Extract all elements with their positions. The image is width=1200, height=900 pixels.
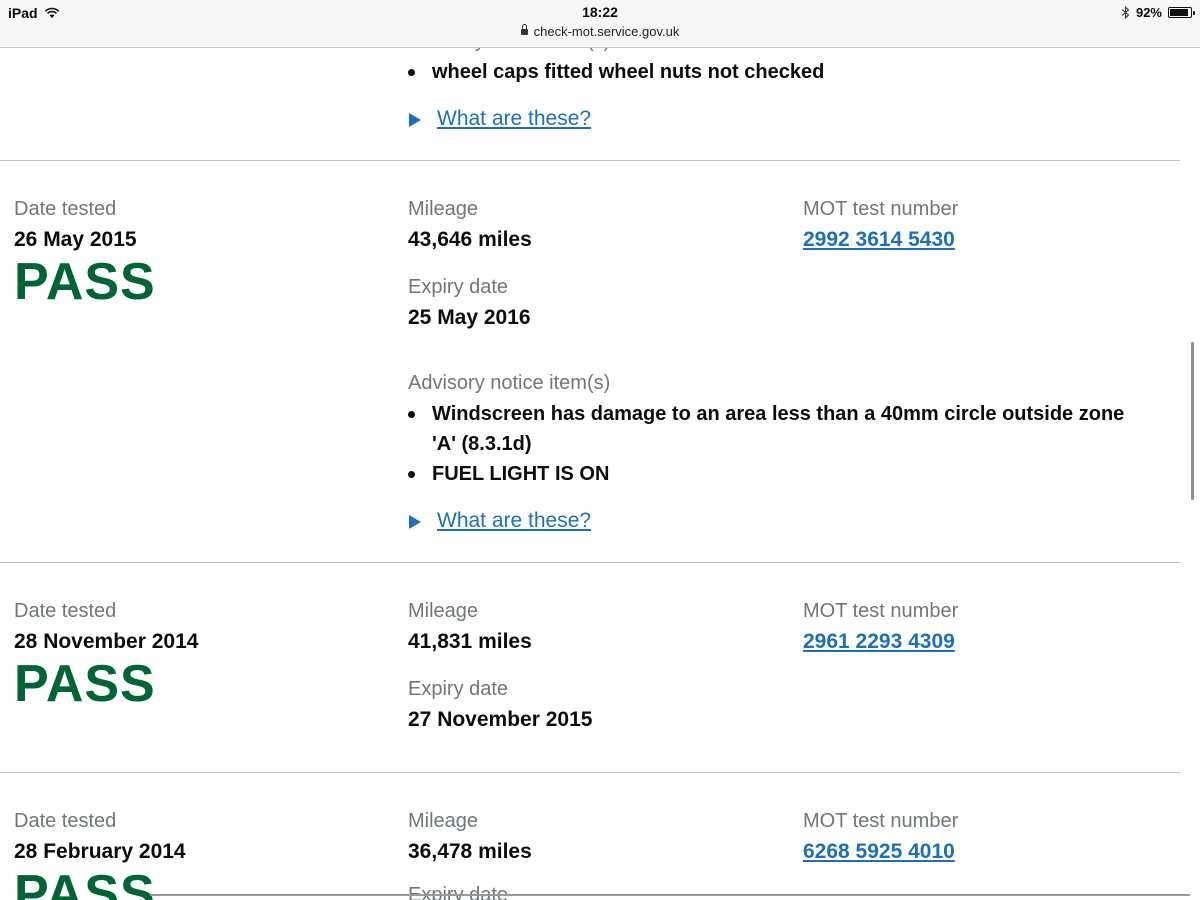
expiry-date-label: Expiry date	[408, 678, 509, 700]
status-right: 92%	[1121, 5, 1195, 20]
date-tested-value: 28 November 2014	[14, 630, 199, 653]
disclosure-triangle-icon[interactable]	[409, 515, 421, 529]
advisory-item: wheel caps fitted wheel nuts not checked	[408, 57, 1132, 87]
date-tested-label: Date tested	[14, 600, 117, 622]
test-result: PASS	[14, 865, 156, 900]
mot-test-number-link[interactable]: 2961 2293 4309	[803, 630, 955, 654]
mileage-value: 36,478 miles	[408, 840, 532, 863]
mileage-value: 41,831 miles	[408, 630, 532, 653]
status-time: 18:22	[582, 4, 618, 20]
mileage-label: Mileage	[408, 198, 479, 220]
mot-test-number-link[interactable]: 2992 3614 5430	[803, 228, 955, 252]
mot-test-number-label: MOT test number	[803, 600, 959, 622]
section-divider	[0, 772, 1180, 773]
url-text: check-mot.service.gov.uk	[533, 24, 680, 39]
what-are-these-link[interactable]: What are these?	[437, 107, 591, 131]
date-tested-value: 26 May 2015	[14, 228, 137, 251]
bluetooth-icon	[1121, 6, 1130, 19]
lock-icon	[520, 24, 528, 35]
mot-history-page: Advisory notice item(s) wheel caps fitte…	[0, 0, 1200, 900]
mot-test-number-label: MOT test number	[803, 810, 959, 832]
mot-test-list: Advisory notice item(s) wheel caps fitte…	[0, 0, 1200, 900]
ios-status-bar: iPad 18:22 check-mot.service.gov.uk 92%	[0, 0, 1200, 48]
address-bar[interactable]: check-mot.service.gov.uk	[0, 24, 1200, 39]
advisory-heading: Advisory notice item(s)	[408, 372, 611, 394]
expiry-date-label: Expiry date	[408, 276, 509, 298]
what-are-these-link[interactable]: What are these?	[437, 509, 591, 533]
advisory-item: FUEL LIGHT IS ON	[408, 459, 1132, 489]
battery-icon	[1168, 7, 1195, 18]
date-tested-label: Date tested	[14, 810, 117, 832]
advisory-item: Windscreen has damage to an area less th…	[408, 399, 1132, 459]
test-result: PASS	[14, 655, 156, 713]
expiry-date-value: 25 May 2016	[408, 306, 531, 329]
disclosure-triangle-icon[interactable]	[409, 113, 421, 127]
mot-test-number-label: MOT test number	[803, 198, 959, 220]
vertical-scrollbar[interactable]	[1191, 342, 1194, 500]
date-tested-label: Date tested	[14, 198, 117, 220]
mot-test-number-link[interactable]: 6268 5925 4010	[803, 840, 955, 864]
bottom-toolbar-edge	[150, 894, 1190, 896]
mileage-label: Mileage	[408, 810, 479, 832]
mileage-label: Mileage	[408, 600, 479, 622]
section-divider	[0, 562, 1180, 563]
mileage-value: 43,646 miles	[408, 228, 532, 251]
test-result: PASS	[14, 253, 156, 311]
date-tested-value: 28 February 2014	[14, 840, 186, 863]
section-divider	[0, 160, 1180, 161]
expiry-date-label: Expiry date	[408, 884, 509, 900]
battery-percent: 92%	[1135, 5, 1162, 20]
expiry-date-value: 27 November 2015	[408, 708, 593, 731]
